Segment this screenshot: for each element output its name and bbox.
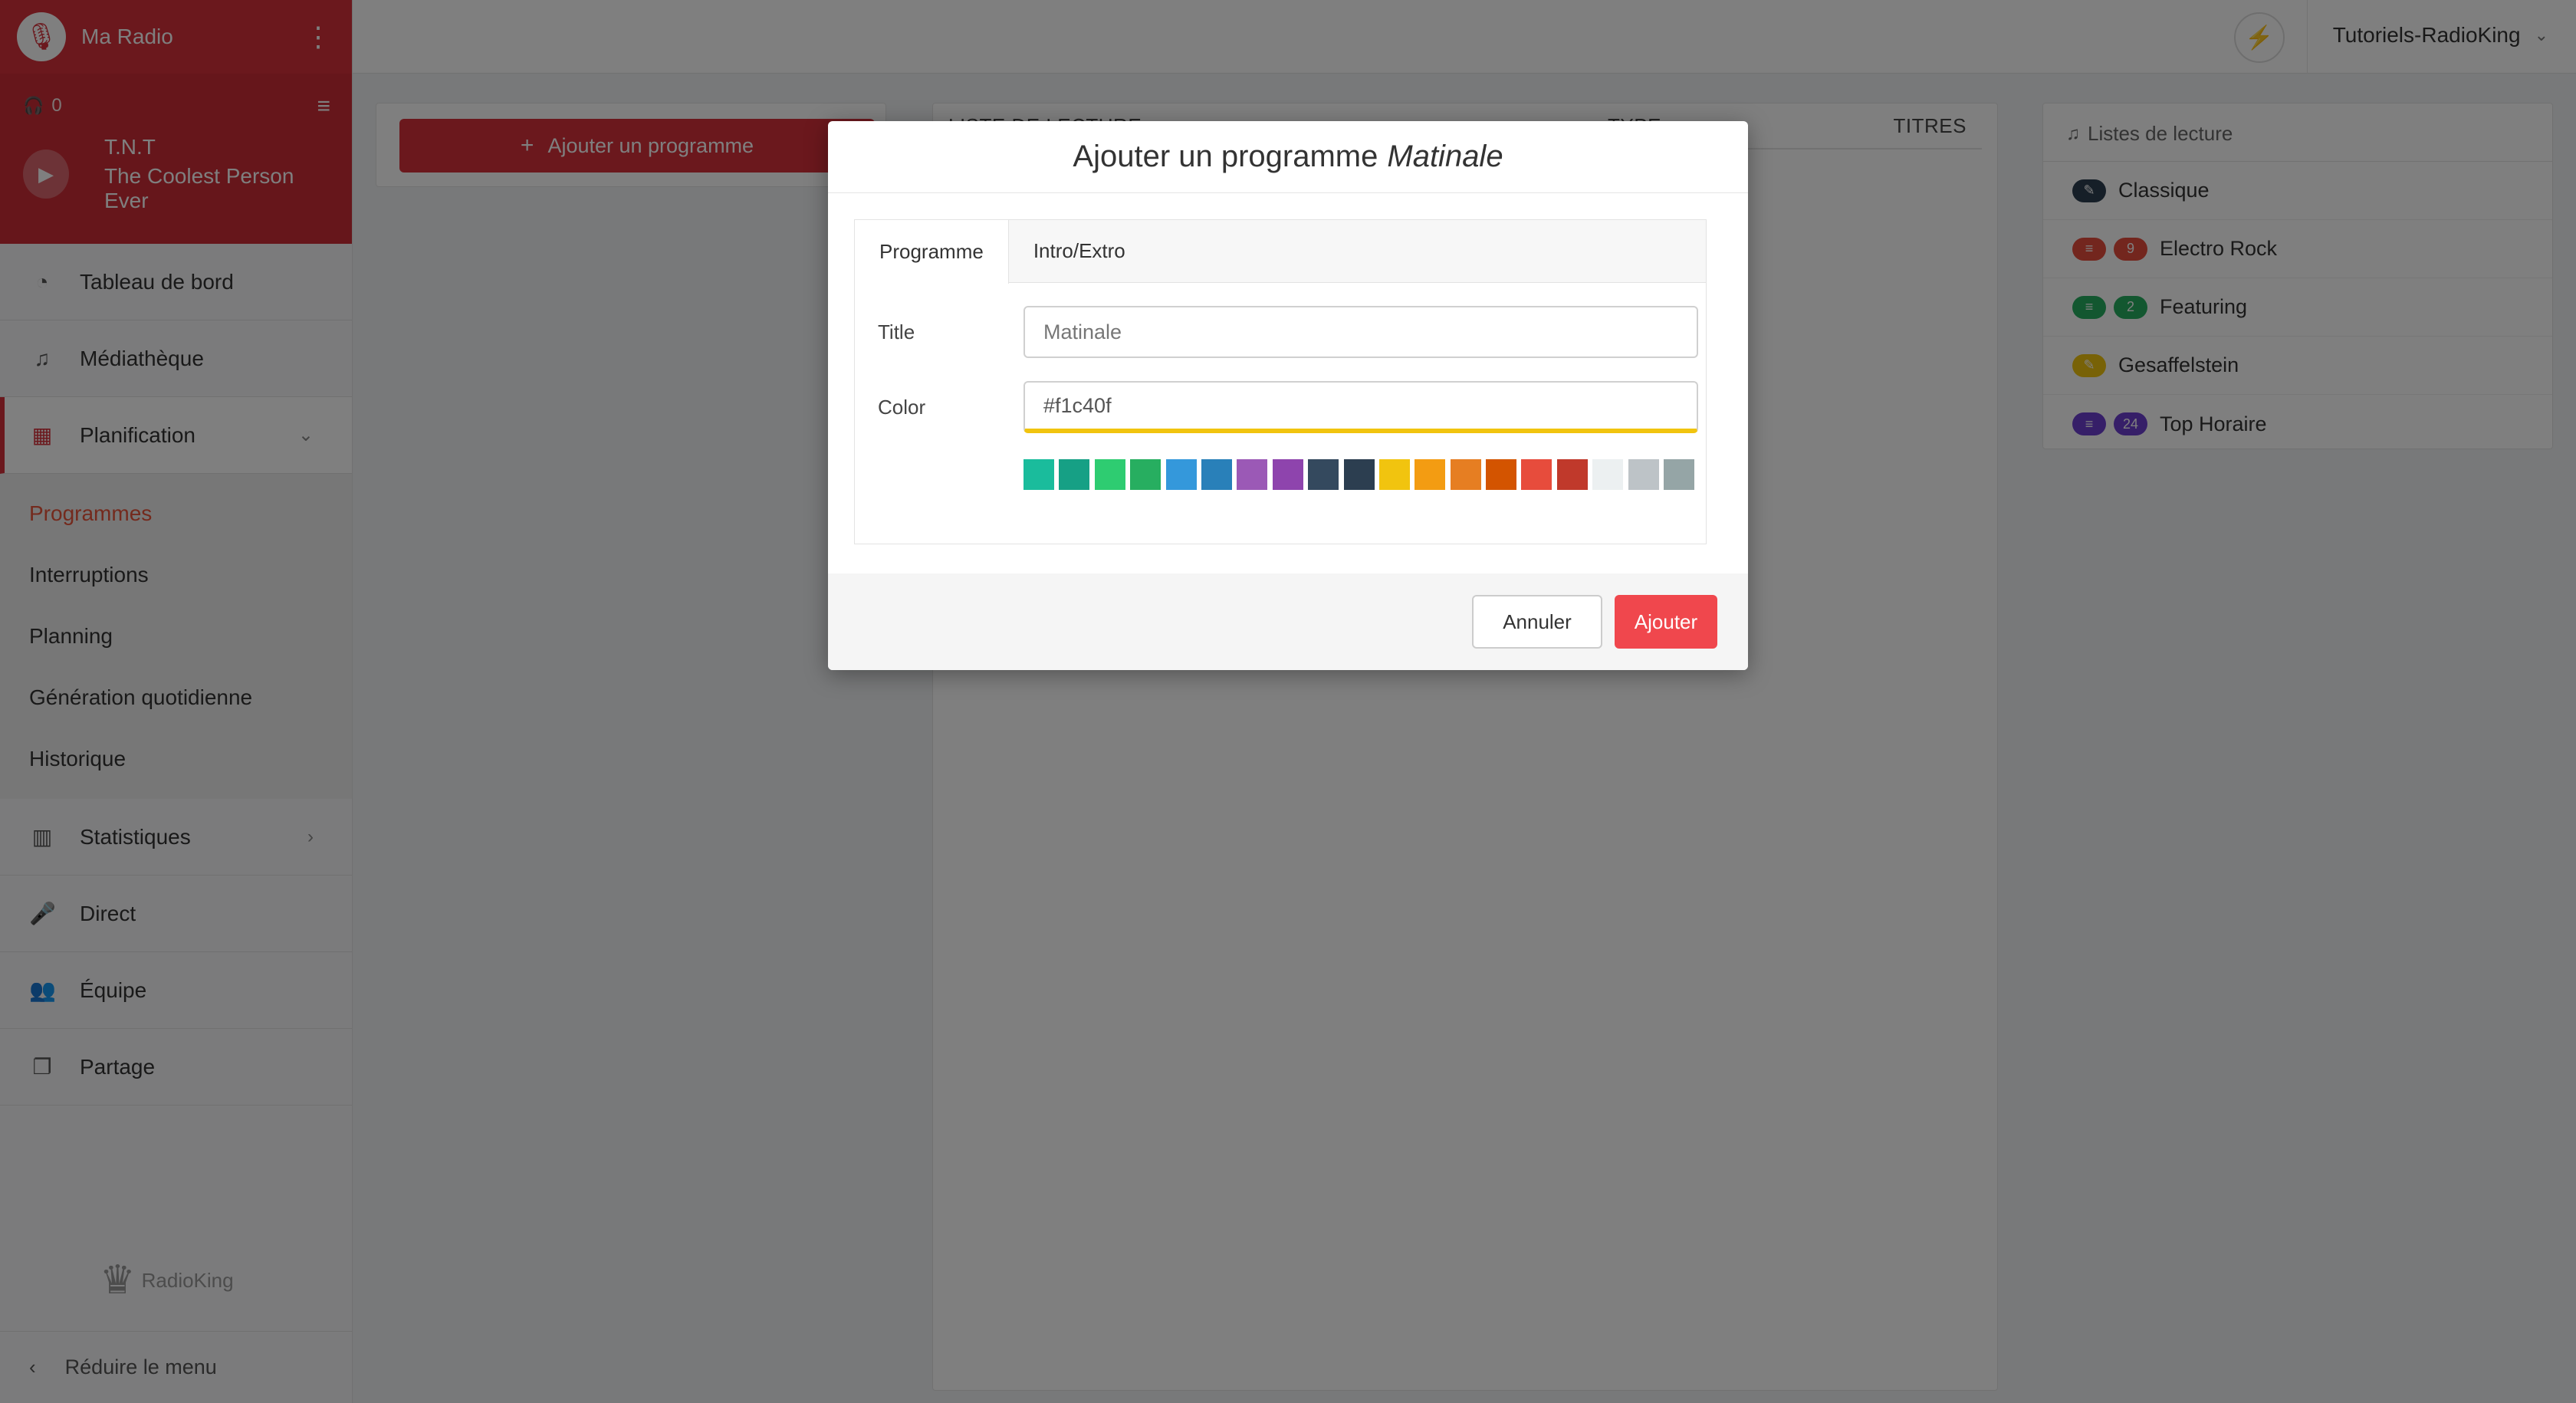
color-swatches (1024, 459, 1699, 490)
title-label: Title (878, 320, 915, 343)
color-swatch[interactable] (1414, 459, 1446, 490)
color-swatch[interactable] (1486, 459, 1517, 490)
modal-title-prefix: Ajouter un programme (1073, 140, 1378, 173)
color-swatch[interactable] (1664, 459, 1695, 490)
color-swatch[interactable] (1378, 459, 1410, 490)
tab-program[interactable]: Programme (855, 220, 1009, 284)
color-label: Color (878, 395, 926, 419)
color-swatch[interactable] (1130, 459, 1162, 490)
color-swatch[interactable] (1308, 459, 1339, 490)
tab-intro-extro[interactable]: Intro/Extro (1009, 220, 1150, 282)
color-swatch[interactable] (1628, 459, 1659, 490)
color-swatch[interactable] (1556, 459, 1588, 490)
color-input[interactable]: #f1c40f (1024, 381, 1698, 433)
add-button[interactable]: Ajouter (1615, 595, 1717, 649)
modal-title: Ajouter un programme Matinale (828, 121, 1748, 193)
cancel-button[interactable]: Annuler (1472, 595, 1602, 649)
modal-title-program: Matinale (1387, 140, 1503, 173)
color-swatch[interactable] (1272, 459, 1303, 490)
color-swatch[interactable] (1237, 459, 1268, 490)
color-row: Color #f1c40f (878, 381, 1698, 433)
modal-tabs: Programme Intro/Extro (855, 220, 1706, 284)
color-swatch[interactable] (1094, 459, 1125, 490)
add-program-modal: Ajouter un programme Matinale Programme … (828, 121, 1748, 670)
modal-footer: Annuler Ajouter (828, 573, 1748, 670)
color-swatch[interactable] (1343, 459, 1375, 490)
title-input[interactable]: Matinale (1024, 306, 1698, 358)
modal-body: Programme Intro/Extro Title Matinale Col… (854, 219, 1707, 544)
color-swatch[interactable] (1521, 459, 1552, 490)
color-swatch[interactable] (1450, 459, 1481, 490)
color-swatch[interactable] (1024, 459, 1054, 490)
color-swatch[interactable] (1059, 459, 1090, 490)
title-row: Title Matinale (878, 306, 1698, 358)
color-swatch[interactable] (1165, 459, 1197, 490)
color-swatch[interactable] (1592, 459, 1624, 490)
color-swatch[interactable] (1201, 459, 1232, 490)
